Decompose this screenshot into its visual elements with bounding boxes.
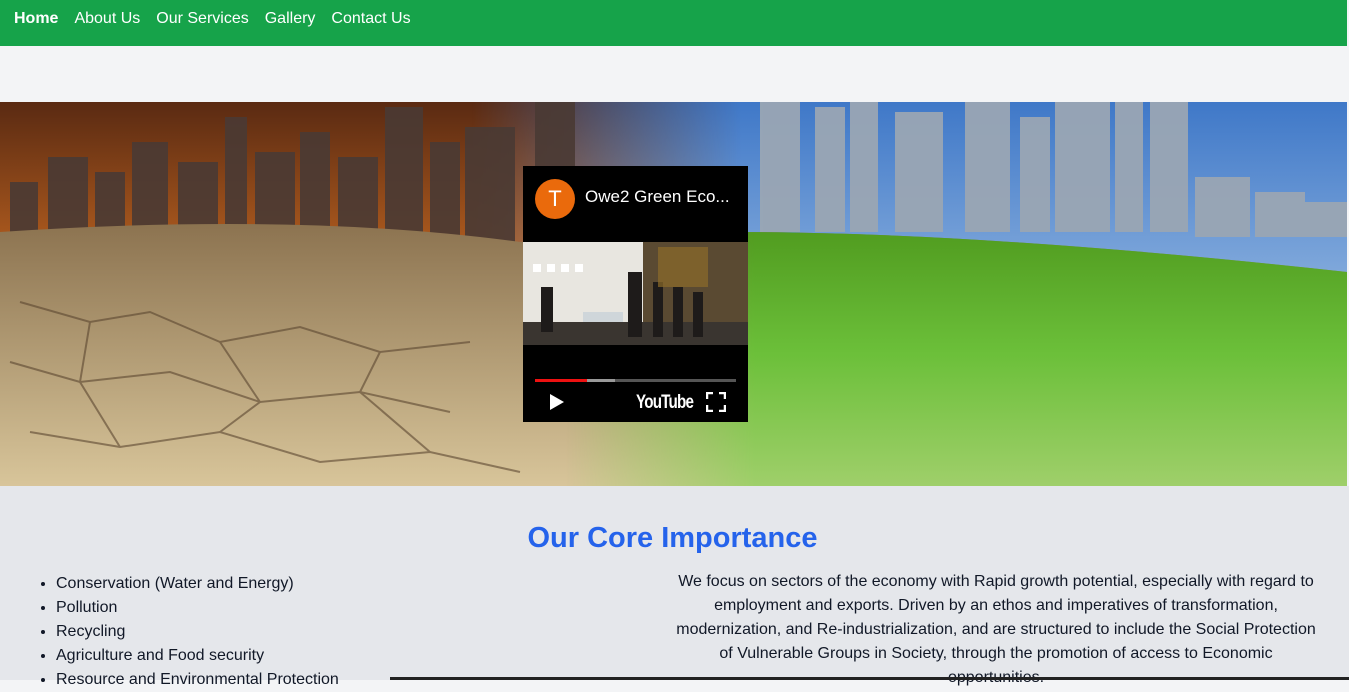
list-item: Agriculture and Food security: [56, 644, 339, 668]
nav-gallery[interactable]: Gallery: [265, 11, 316, 27]
core-heading: Our Core Importance: [527, 522, 818, 554]
nav-home[interactable]: Home: [14, 11, 58, 27]
top-nav: Home About Us Our Services Gallery Conta…: [0, 0, 1347, 46]
play-icon[interactable]: [549, 393, 565, 411]
core-list: Conservation (Water and Energy) Pollutio…: [34, 572, 339, 692]
nav-about-us[interactable]: About Us: [74, 11, 140, 27]
video-progress-bar[interactable]: [535, 379, 736, 382]
fullscreen-icon[interactable]: [706, 392, 726, 412]
progress-buffered: [587, 379, 616, 382]
youtube-logo[interactable]: YouTube: [636, 392, 694, 414]
list-item: Conservation (Water and Energy): [56, 572, 339, 596]
list-item: Recycling: [56, 620, 339, 644]
video-thumbnail[interactable]: [523, 242, 748, 345]
list-item: Resource and Environmental Protection: [56, 668, 339, 692]
nav-our-services[interactable]: Our Services: [156, 11, 248, 27]
nav-contact-us[interactable]: Contact Us: [331, 11, 410, 27]
channel-avatar[interactable]: T: [535, 179, 575, 219]
spacer-band: [0, 46, 1349, 102]
core-importance-section: Our Core Importance Conservation (Water …: [0, 486, 1349, 688]
core-paragraph: We focus on sectors of the economy with …: [676, 573, 1316, 686]
list-item: Pollution: [56, 596, 339, 620]
progress-played: [535, 379, 588, 382]
video-title[interactable]: Owe2 Green Eco...: [585, 187, 735, 207]
youtube-embed[interactable]: T Owe2 Green Eco... YouTube: [523, 166, 748, 422]
